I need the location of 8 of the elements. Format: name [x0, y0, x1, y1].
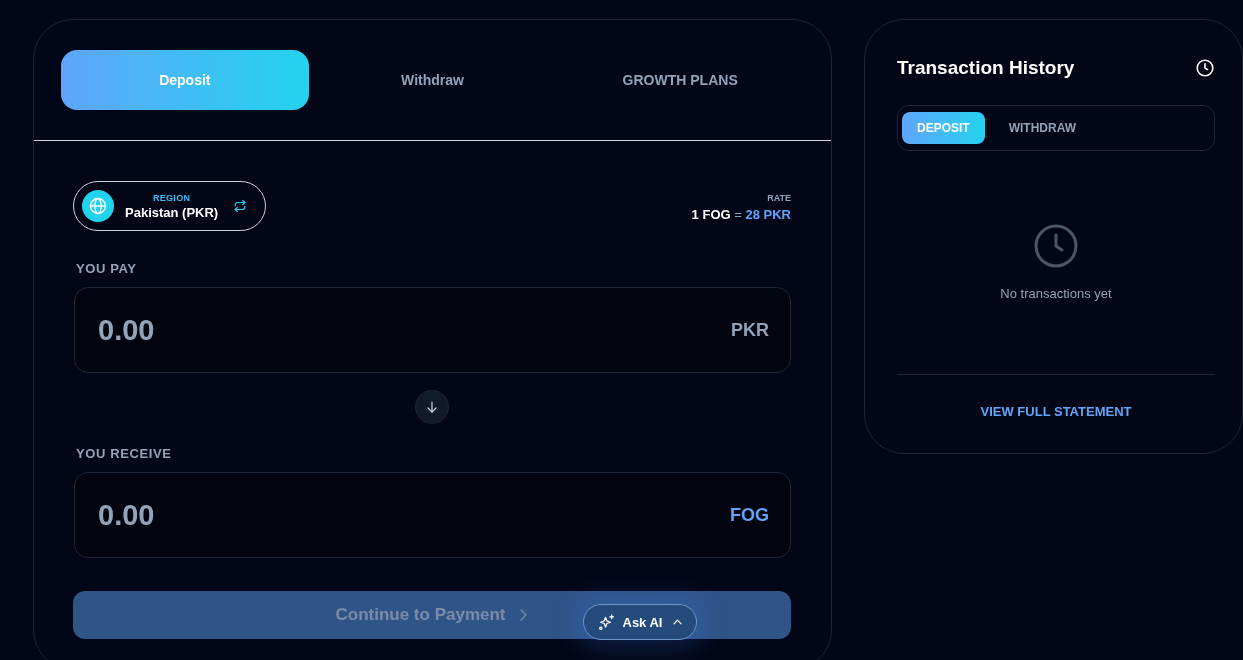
currency-label: FOG	[730, 504, 769, 526]
rate-value: 1 FOG = 28 PKR	[691, 206, 791, 222]
empty-message: No transactions yet	[1000, 286, 1112, 301]
field-label: YOU PAY	[76, 261, 137, 276]
panel-title: Transaction History	[897, 57, 1075, 79]
field-label: YOU RECEIVE	[76, 446, 172, 461]
rate-label: RATE	[767, 192, 791, 203]
currency-label: PKR	[731, 319, 769, 341]
